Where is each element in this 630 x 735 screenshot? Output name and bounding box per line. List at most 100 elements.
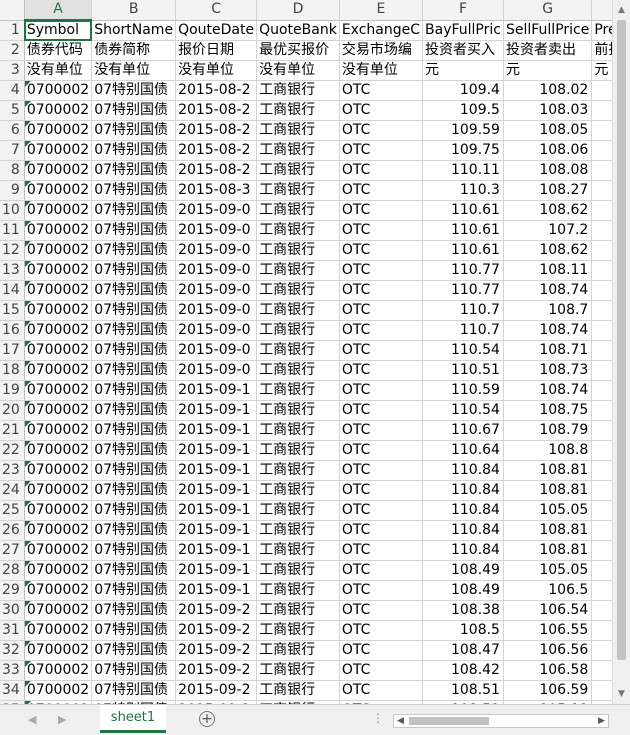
cell-b11[interactable]: 07特别国债 <box>91 220 177 241</box>
cell-c32[interactable]: 2015-09-2 <box>175 640 258 661</box>
add-sheet-icon[interactable]: + <box>199 711 215 727</box>
cell-e10[interactable]: OTC <box>339 200 424 221</box>
cell-d17[interactable]: 工商银行 <box>256 340 340 361</box>
row-header[interactable]: 27 <box>0 540 25 561</box>
column-header-e[interactable]: E <box>339 0 424 21</box>
cell-f12[interactable]: 110.61 <box>422 240 504 261</box>
cell-a34[interactable]: 0700002 <box>24 680 93 701</box>
cell-h12[interactable]: 110.61 <box>591 240 612 261</box>
cell-e13[interactable]: OTC <box>339 260 424 281</box>
row-header[interactable]: 8 <box>0 160 25 181</box>
row-header[interactable]: 20 <box>0 400 25 421</box>
cell-b34[interactable]: 07特别国债 <box>91 680 177 701</box>
cell-h31[interactable]: 108.38 <box>591 620 612 641</box>
column-header-b[interactable]: B <box>91 0 177 21</box>
horizontal-scrollbar[interactable]: ◀ ▶ <box>393 714 609 728</box>
cell-e7[interactable]: OTC <box>339 140 424 161</box>
cell-d29[interactable]: 工商银行 <box>256 580 340 601</box>
cell-h21[interactable]: 110.54 <box>591 420 612 441</box>
cell-b21[interactable]: 07特别国债 <box>91 420 177 441</box>
cell-g19[interactable]: 108.74 <box>503 380 593 401</box>
cell-b29[interactable]: 07特别国债 <box>91 580 177 601</box>
cell-b3[interactable]: 没有单位 <box>91 60 177 81</box>
cell-a19[interactable]: 0700002 <box>24 380 93 401</box>
cell-h8[interactable]: 109.75 <box>591 160 612 181</box>
cell-g29[interactable]: 106.5 <box>503 580 593 601</box>
cell-d2[interactable]: 最优买报价 <box>256 40 340 61</box>
cell-a25[interactable]: 0700002 <box>24 500 93 521</box>
cell-c12[interactable]: 2015-09-0 <box>175 240 258 261</box>
row-header[interactable]: 9 <box>0 180 25 201</box>
cell-c11[interactable]: 2015-09-0 <box>175 220 258 241</box>
cell-f15[interactable]: 110.7 <box>422 300 504 321</box>
cell-d12[interactable]: 工商银行 <box>256 240 340 261</box>
row-header[interactable]: 34 <box>0 680 25 701</box>
row-header[interactable]: 24 <box>0 480 25 501</box>
cell-f18[interactable]: 110.51 <box>422 360 504 381</box>
cell-b4[interactable]: 07特别国债 <box>91 80 177 101</box>
cell-e32[interactable]: OTC <box>339 640 424 661</box>
cell-f29[interactable]: 108.49 <box>422 580 504 601</box>
cell-e9[interactable]: OTC <box>339 180 424 201</box>
cell-e6[interactable]: OTC <box>339 120 424 141</box>
cell-g23[interactable]: 108.81 <box>503 460 593 481</box>
cell-d16[interactable]: 工商银行 <box>256 320 340 341</box>
cell-b12[interactable]: 07特别国债 <box>91 240 177 261</box>
cell-h9[interactable]: 110.11 <box>591 180 612 201</box>
row-header[interactable]: 26 <box>0 520 25 541</box>
cell-c2[interactable]: 报价日期 <box>175 40 258 61</box>
row-header[interactable]: 23 <box>0 460 25 481</box>
row-header[interactable]: 1 <box>0 20 25 41</box>
cell-h24[interactable]: 110.64 <box>591 480 612 501</box>
cell-b7[interactable]: 07特别国债 <box>91 140 177 161</box>
cell-d7[interactable]: 工商银行 <box>256 140 340 161</box>
cell-h7[interactable]: 109.59 <box>591 140 612 161</box>
cell-e22[interactable]: OTC <box>339 440 424 461</box>
cell-g32[interactable]: 106.56 <box>503 640 593 661</box>
cell-e11[interactable]: OTC <box>339 220 424 241</box>
cell-d27[interactable]: 工商银行 <box>256 540 340 561</box>
cell-g17[interactable]: 108.71 <box>503 340 593 361</box>
row-header[interactable]: 28 <box>0 560 25 581</box>
cell-b9[interactable]: 07特别国债 <box>91 180 177 201</box>
cell-e12[interactable]: OTC <box>339 240 424 261</box>
cell-c30[interactable]: 2015-09-2 <box>175 600 258 621</box>
cell-e19[interactable]: OTC <box>339 380 424 401</box>
cell-b17[interactable]: 07特别国债 <box>91 340 177 361</box>
cell-g24[interactable]: 108.81 <box>503 480 593 501</box>
cell-b15[interactable]: 07特别国债 <box>91 300 177 321</box>
cell-f32[interactable]: 108.47 <box>422 640 504 661</box>
cell-f6[interactable]: 109.59 <box>422 120 504 141</box>
cell-f4[interactable]: 109.4 <box>422 80 504 101</box>
cell-b18[interactable]: 07特别国债 <box>91 360 177 381</box>
cell-g25[interactable]: 105.05 <box>503 500 593 521</box>
cell-f24[interactable]: 110.84 <box>422 480 504 501</box>
cell-a7[interactable]: 0700002 <box>24 140 93 161</box>
cell-c29[interactable]: 2015-09-1 <box>175 580 258 601</box>
cell-f3[interactable]: 元 <box>422 60 504 81</box>
row-header[interactable]: 13 <box>0 260 25 281</box>
cell-h3[interactable]: 元 <box>591 60 612 81</box>
cell-c16[interactable]: 2015-09-0 <box>175 320 258 341</box>
cell-f23[interactable]: 110.84 <box>422 460 504 481</box>
cell-c9[interactable]: 2015-08-3 <box>175 180 258 201</box>
cell-c3[interactable]: 没有单位 <box>175 60 258 81</box>
sheet-tab-sheet1[interactable]: sheet1 <box>100 705 166 733</box>
cell-g21[interactable]: 108.79 <box>503 420 593 441</box>
cell-h17[interactable]: 110.7 <box>591 340 612 361</box>
cell-h1[interactable]: PreBayFullP <box>591 20 612 41</box>
next-sheet-icon[interactable]: ▶ <box>58 713 66 726</box>
column-header-g[interactable]: G <box>503 0 593 21</box>
cell-f14[interactable]: 110.77 <box>422 280 504 301</box>
cell-a2[interactable]: 债券代码 <box>24 40 93 61</box>
cell-h10[interactable]: 110.3 <box>591 200 612 221</box>
cell-e20[interactable]: OTC <box>339 400 424 421</box>
cell-e23[interactable]: OTC <box>339 460 424 481</box>
cell-e28[interactable]: OTC <box>339 560 424 581</box>
scroll-up-arrow-icon[interactable]: ▲ <box>613 2 630 18</box>
cell-c22[interactable]: 2015-09-1 <box>175 440 258 461</box>
cell-h2[interactable]: 前投资者买 <box>591 40 612 61</box>
cell-g18[interactable]: 108.73 <box>503 360 593 381</box>
cell-g14[interactable]: 108.74 <box>503 280 593 301</box>
cell-b13[interactable]: 07特别国债 <box>91 260 177 281</box>
